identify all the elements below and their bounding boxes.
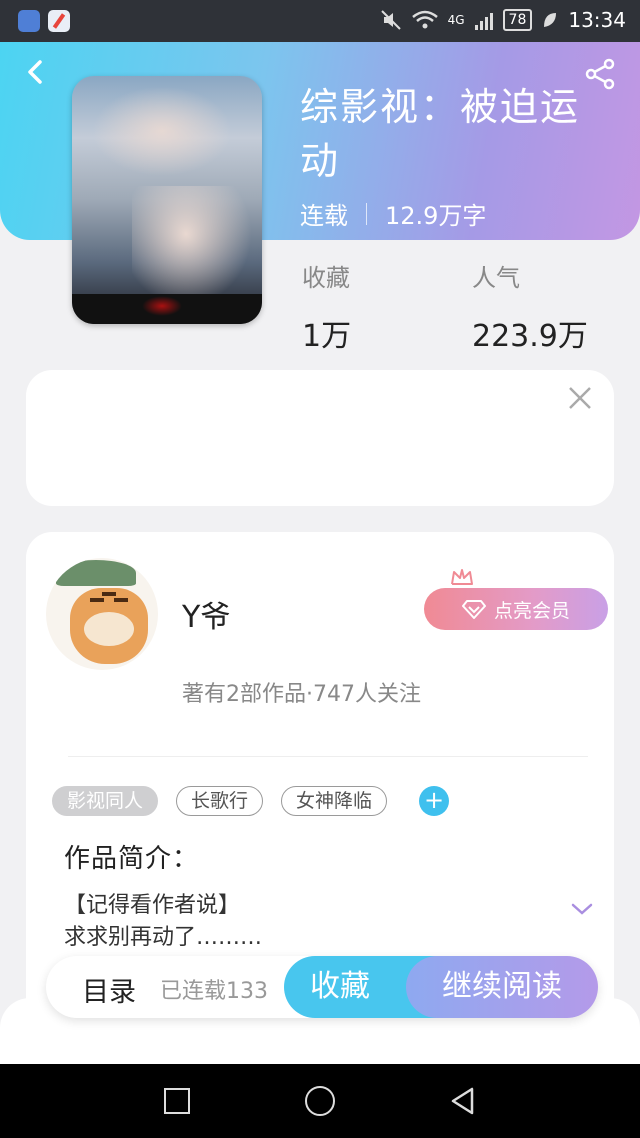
vip-button[interactable]: 点亮会员 <box>424 588 608 630</box>
status-indicators: 4G 78 13:34 <box>380 8 626 32</box>
leaf-icon <box>544 13 557 27</box>
stat-favorites: 收藏 1万 <box>302 258 351 355</box>
toc-count: 已连载133 <box>160 979 268 1004</box>
serial-status: 连载 <box>300 202 348 230</box>
tag[interactable]: 影视同人 <box>52 786 159 816</box>
nav-back-icon[interactable] <box>448 1086 478 1116</box>
compass-app-icon <box>48 10 70 32</box>
crown-icon <box>451 569 473 585</box>
intro-title: 作品简介： <box>64 844 200 874</box>
stat-value: 223.9万 <box>472 319 588 354</box>
word-count: 12.9万字 <box>385 202 487 230</box>
toc-button[interactable]: 目录 <box>82 970 136 1009</box>
stat-popularity: 人气 223.9万 <box>472 258 588 355</box>
back-icon[interactable] <box>22 58 50 86</box>
book-title: 综影视：被迫运动 <box>300 85 581 183</box>
shield-app-icon <box>18 10 40 32</box>
author-name[interactable]: Y爷 <box>182 592 230 636</box>
network-type: 4G <box>447 13 465 27</box>
tag[interactable]: 长歌行 <box>176 786 264 816</box>
book-meta: 连载 12.9万字 <box>300 196 486 231</box>
diamond-icon <box>461 600 486 619</box>
wifi-icon <box>411 10 438 29</box>
navigation-bar <box>0 1064 640 1138</box>
action-bar: 目录 已连载133 收藏 继续阅读 <box>46 956 598 1018</box>
vip-button-label: 点亮会员 <box>493 599 570 622</box>
stat-value: 1万 <box>302 319 352 354</box>
author-stats: 著有2部作品·747人关注 <box>182 682 421 707</box>
divider <box>68 756 588 757</box>
recent-apps-icon[interactable] <box>164 1088 190 1114</box>
tag-list: 影视同人 长歌行 女神降临 + <box>52 786 450 816</box>
meta-divider <box>366 202 367 225</box>
chevron-down-icon[interactable] <box>570 900 594 918</box>
close-icon[interactable] <box>566 384 594 412</box>
status-notifications <box>18 10 70 32</box>
battery-indicator: 78 <box>502 9 533 31</box>
book-cover[interactable] <box>72 76 262 324</box>
signal-icon <box>474 10 493 30</box>
home-icon[interactable] <box>305 1086 335 1116</box>
tag[interactable]: 女神降临 <box>281 786 388 816</box>
clock: 13:34 <box>568 8 626 32</box>
avatar[interactable] <box>46 558 158 670</box>
status-bar: 4G 78 13:34 <box>0 0 640 42</box>
ad-card <box>26 370 614 506</box>
add-icon[interactable]: + <box>419 786 450 816</box>
continue-reading-button[interactable]: 继续阅读 <box>406 956 598 1018</box>
stat-label: 收藏 <box>302 264 350 292</box>
mute-icon <box>380 10 401 30</box>
intro-text: 【记得看作者说】 求求别再动了……… <box>64 893 263 950</box>
stat-label: 人气 <box>472 264 520 292</box>
